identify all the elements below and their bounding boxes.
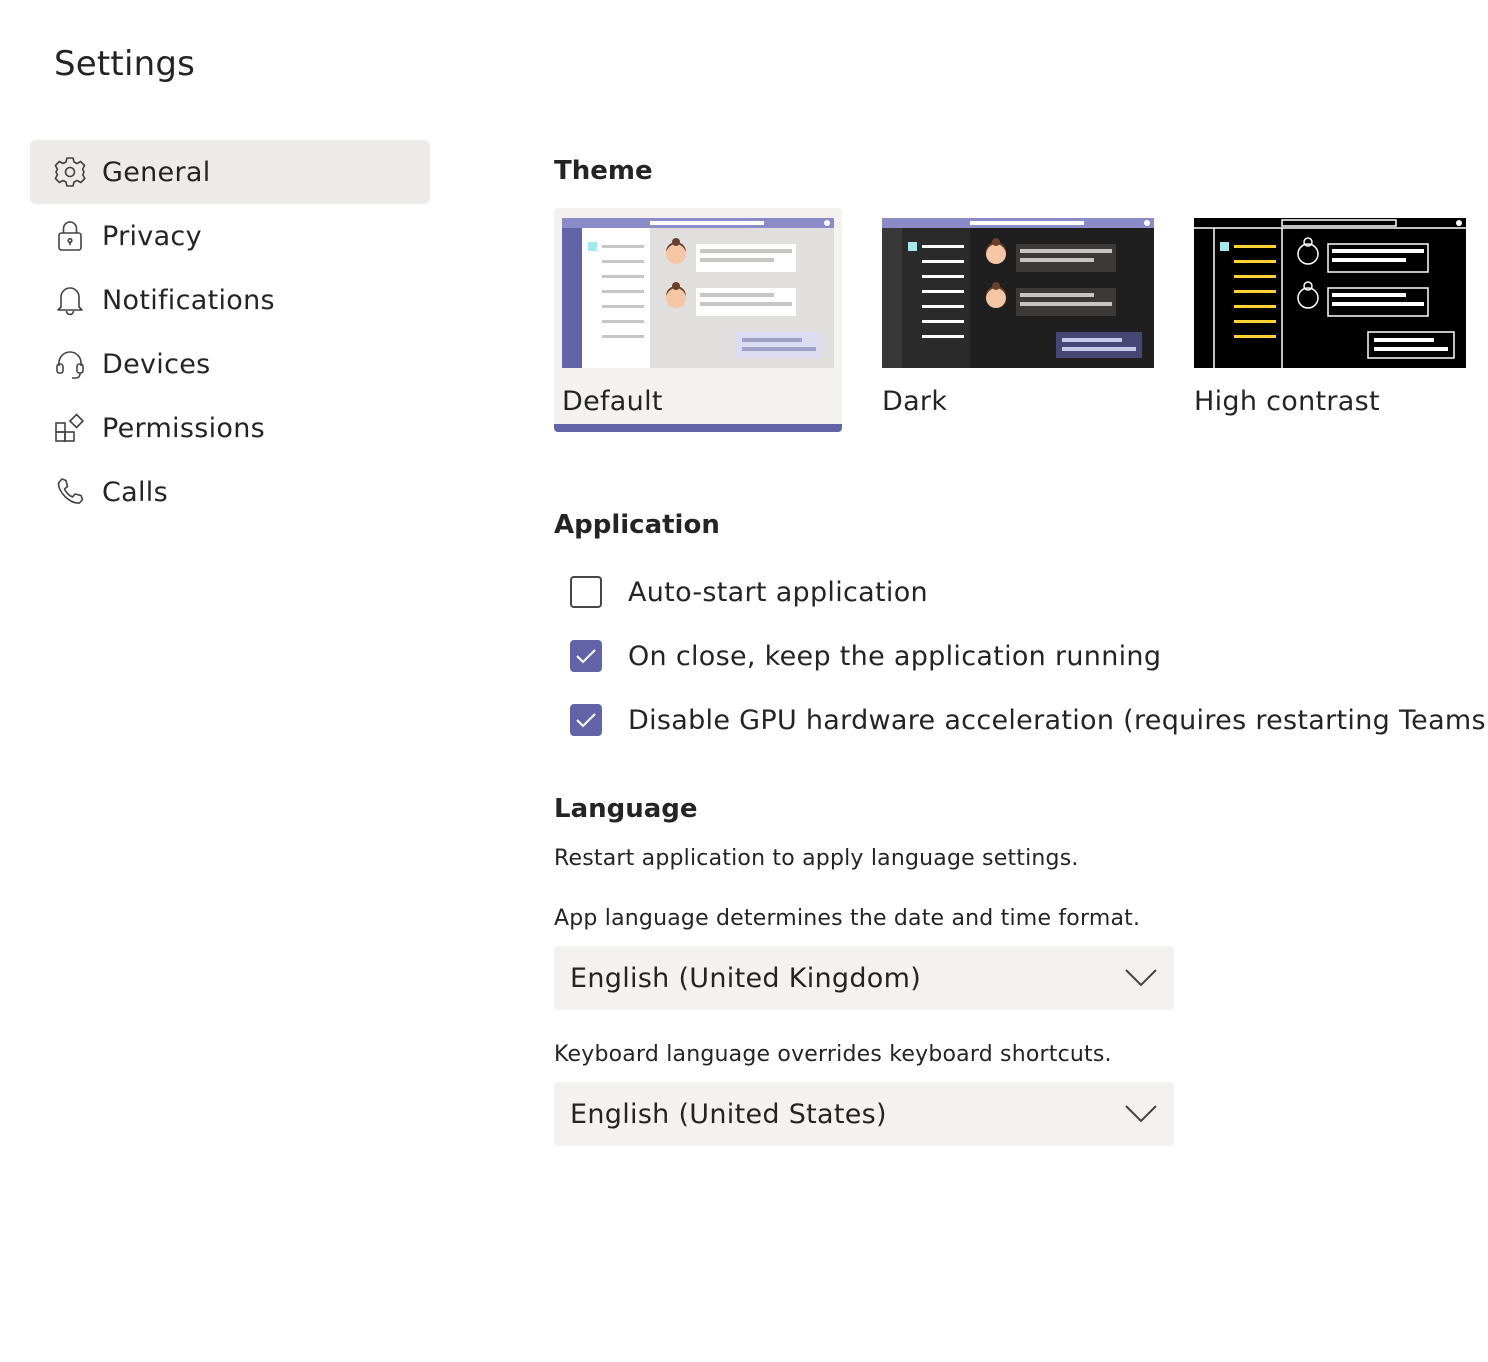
auto-start-checkbox-row[interactable]: Auto-start application [570,572,928,612]
app-language-dropdown[interactable]: English (United Kingdom) [554,946,1174,1010]
checkmark-icon [576,649,596,664]
theme-label: Default [562,386,663,417]
sidebar-item-devices[interactable]: Devices [30,332,430,396]
theme-option-high-contrast[interactable]: High contrast [1186,208,1474,432]
sidebar-item-label: Devices [102,348,211,380]
sidebar-item-label: General [102,156,211,188]
sidebar-item-label: Privacy [102,220,202,252]
sidebar-item-permissions[interactable]: Permissions [30,396,430,460]
headset-icon [52,346,88,382]
sidebar-item-general[interactable]: General [30,140,430,204]
language-section-title: Language [554,794,698,824]
theme-option-dark[interactable]: Dark [874,208,1162,432]
default-theme-preview-icon [562,218,834,368]
sidebar-item-calls[interactable]: Calls [30,460,430,524]
theme-option-default[interactable]: Default [554,208,842,432]
sidebar-item-privacy[interactable]: Privacy [30,204,430,268]
sidebar-item-notifications[interactable]: Notifications [30,268,430,332]
dark-theme-preview-icon [882,218,1154,368]
page-title: Settings [54,44,196,84]
theme-label: High contrast [1194,386,1380,417]
sidebar-item-label: Calls [102,476,168,508]
theme-label: Dark [882,386,948,417]
checkbox-label: On close, keep the application running [628,640,1162,672]
app-language-description: App language determines the date and tim… [554,906,1141,931]
chevron-down-icon [1125,1105,1157,1123]
keyboard-language-value: English (United States) [570,1098,887,1130]
high-contrast-theme-preview-icon [1194,218,1466,368]
gear-icon [52,154,88,190]
disable-gpu-checkbox-row[interactable]: Disable GPU hardware acceleration (requi… [570,700,1488,740]
disable-gpu-checkbox[interactable] [570,704,602,736]
checkmark-icon [576,713,596,728]
application-section-title: Application [554,510,720,540]
phone-icon [52,474,88,510]
language-restart-note: Restart application to apply language se… [554,846,1079,871]
checkbox-label: Auto-start application [628,576,928,608]
keyboard-language-description: Keyboard language overrides keyboard sho… [554,1042,1112,1067]
sidebar-item-label: Notifications [102,284,275,316]
keep-running-checkbox-row[interactable]: On close, keep the application running [570,636,1161,676]
checkbox-label: Disable GPU hardware acceleration (requi… [628,704,1488,736]
sidebar-item-label: Permissions [102,412,265,444]
sidebar: General Privacy Notifications Devices Pe… [30,140,430,524]
keep-running-checkbox[interactable] [570,640,602,672]
app-language-value: English (United Kingdom) [570,962,922,994]
bell-icon [52,282,88,318]
keyboard-language-dropdown[interactable]: English (United States) [554,1082,1174,1146]
auto-start-checkbox[interactable] [570,576,602,608]
chevron-down-icon [1125,969,1157,987]
theme-section-title: Theme [554,156,653,186]
lock-icon [52,218,88,254]
apps-icon [52,410,88,446]
